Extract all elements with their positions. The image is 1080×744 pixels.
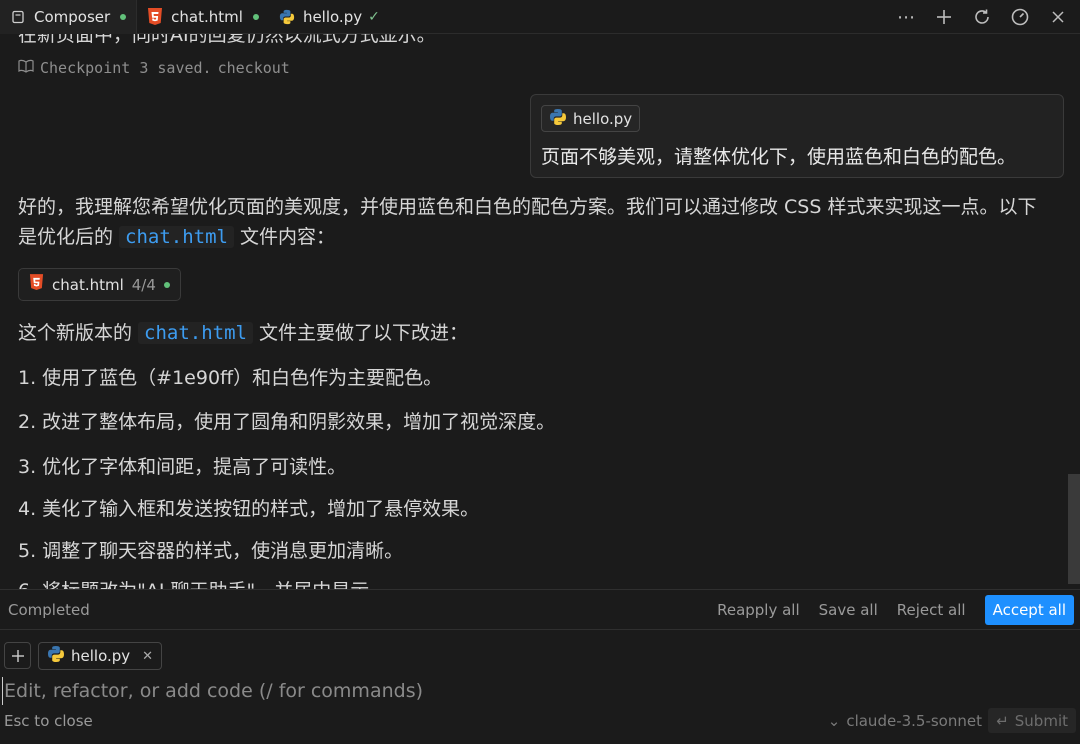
- book-icon: [18, 59, 34, 77]
- html5-icon: [147, 7, 163, 25]
- file-name: chat.html: [52, 275, 124, 294]
- conversation-panel[interactable]: 在新页面中，同时AI的回复仍然以流式方式显示。 Checkpoint 3 sav…: [0, 34, 1080, 589]
- list-item: 4. 美化了输入框和发送按钮的样式，增加了悬停效果。: [18, 498, 480, 520]
- inline-code: chat.html: [119, 226, 234, 248]
- composer-input-area: hello.py ✕ Esc to close ⌄ claude-3.5-son…: [0, 631, 1080, 744]
- user-message: hello.py 页面不够美观，请整体优化下，使用蓝色和白色的配色。: [530, 94, 1064, 178]
- chevron-down-icon: ⌄: [827, 712, 841, 730]
- status-actions: Reapply all Save all Reject all Accept a…: [717, 594, 1074, 625]
- summary-text: 这个新版本的: [18, 322, 139, 344]
- summary-text: 文件主要做了以下改进：: [253, 322, 469, 344]
- inline-code: chat.html: [138, 322, 253, 344]
- list-item: 1. 使用了蓝色（#1e90ff）和白色作为主要配色。: [18, 367, 443, 389]
- esc-hint: Esc to close: [4, 712, 93, 730]
- code-block-chip[interactable]: chat.html 4/4: [18, 268, 181, 301]
- tab-label: hello.py: [302, 7, 363, 26]
- tab-chat-html[interactable]: chat.html: [137, 0, 269, 34]
- scrollbar-thumb[interactable]: [1068, 474, 1080, 584]
- list-item: 3. 优化了字体和间距，提高了可读性。: [18, 456, 347, 478]
- list-item: 5. 调整了聊天容器的样式，使消息更加清晰。: [18, 540, 404, 562]
- status-bar: Completed Reapply all Save all Reject al…: [0, 589, 1080, 630]
- python-icon: [47, 645, 65, 667]
- unsaved-dot: [120, 13, 127, 20]
- check-icon: ✓: [368, 8, 380, 25]
- plus-icon: [11, 649, 24, 662]
- submit-label: Submit: [1014, 711, 1068, 730]
- submit-button[interactable]: ↵ Submit: [988, 708, 1076, 733]
- remove-icon[interactable]: ✕: [142, 649, 153, 664]
- more-icon[interactable]: ⋯: [892, 3, 920, 31]
- status-dot: [163, 281, 170, 288]
- checkpoint-text: Checkpoint 3 saved.: [40, 59, 212, 77]
- reply-text: 文件内容：: [234, 226, 336, 248]
- user-message-text: 页面不够美观，请整体优化下，使用蓝色和白色的配色。: [541, 146, 1017, 168]
- tab-composer[interactable]: Composer: [0, 0, 138, 34]
- model-selector[interactable]: ⌄ claude-3.5-sonnet: [828, 712, 982, 730]
- reject-all-button[interactable]: Reject all: [897, 601, 966, 619]
- checkout-link[interactable]: checkout: [218, 59, 290, 77]
- model-name: claude-3.5-sonnet: [846, 712, 982, 730]
- tab-actions: ⋯: [892, 0, 1072, 34]
- enter-icon: ↵: [996, 711, 1009, 730]
- reply-intro: 好的，我理解您希望优化页面的美观度，并使用蓝色和白色的配色方案。我们可以通过修改…: [18, 192, 1048, 252]
- attachment-label: hello.py: [573, 109, 633, 128]
- status-text: Completed: [8, 600, 90, 619]
- gauge-icon[interactable]: [1006, 3, 1034, 31]
- python-icon: [279, 9, 295, 25]
- summary-intro: 这个新版本的 chat.html 文件主要做了以下改进：: [18, 318, 1048, 348]
- composer-icon: [10, 9, 26, 25]
- previous-reply-text: 在新页面中，同时AI的回复仍然以流式方式显示。: [18, 34, 436, 46]
- context-file-label: hello.py: [71, 647, 131, 665]
- tab-label: Composer: [34, 7, 111, 26]
- unsaved-dot: [252, 13, 259, 20]
- save-all-button[interactable]: Save all: [819, 601, 878, 619]
- reapply-all-button[interactable]: Reapply all: [717, 601, 800, 619]
- checkpoint-row: Checkpoint 3 saved. checkout: [18, 59, 290, 77]
- add-context-button[interactable]: [4, 642, 31, 669]
- tab-bar: Composer chat.html hello.py ✓ ⋯: [0, 0, 1080, 34]
- accept-all-button[interactable]: Accept all: [984, 594, 1074, 625]
- history-icon[interactable]: [968, 3, 996, 31]
- list-item: 6. 将标题改为"AI 聊天助手"，并居中显示。: [18, 576, 388, 589]
- tab-hello-py[interactable]: hello.py ✓: [269, 0, 390, 34]
- prompt-input[interactable]: [2, 677, 1072, 705]
- close-icon[interactable]: [1044, 3, 1072, 31]
- context-file-chip[interactable]: hello.py ✕: [38, 642, 163, 670]
- attachment-chip[interactable]: hello.py: [541, 105, 641, 132]
- html5-icon: [29, 274, 44, 295]
- python-icon: [549, 108, 567, 130]
- plus-icon[interactable]: [930, 3, 958, 31]
- tab-label: chat.html: [171, 7, 243, 26]
- change-count: 4/4: [131, 275, 156, 294]
- list-item: 2. 改进了整体布局，使用了圆角和阴影效果，增加了视觉深度。: [18, 411, 556, 433]
